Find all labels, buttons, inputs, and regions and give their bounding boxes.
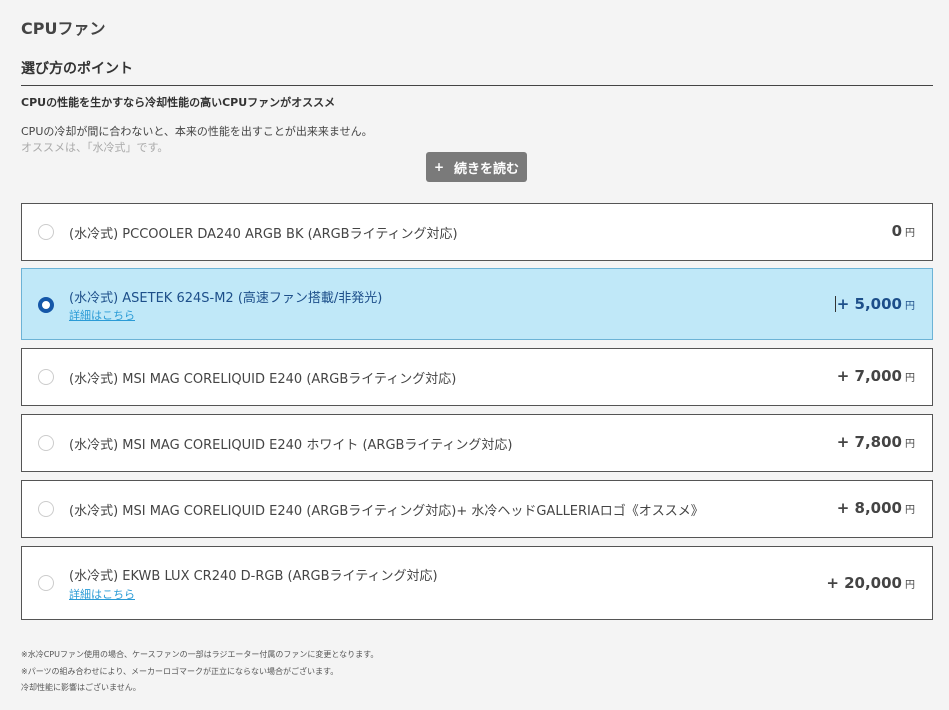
fan-option-0[interactable]: (水冷式) PCCOOLER DA240 ARGB BK (ARGBライティング… — [21, 203, 933, 261]
price-value: + 20,000 — [826, 574, 902, 592]
description-line-1: CPUの冷却が間に合わないと、本来の性能を出すことが出来来ません。 — [21, 125, 373, 138]
read-more-button[interactable]: + 続きを読む — [426, 152, 527, 182]
footnote-2: ※パーツの組み合わせにより、メーカーロゴマークが正立にならない場合がございます。 — [21, 666, 339, 676]
section-heading: 選び方のポイント — [21, 58, 933, 86]
fan-option-3[interactable]: (水冷式) MSI MAG CORELIQUID E240 ホワイト (ARGB… — [21, 414, 933, 472]
price-value: + 8,000 — [836, 499, 902, 517]
option-price: + 7,000 円 — [837, 367, 915, 385]
description-line-2: オススメは、「水冷式」です。 — [21, 141, 169, 154]
footnote-1: ※水冷CPUファン使用の場合、ケースファンの一部はラジエーター付属のファンに変更… — [21, 650, 379, 659]
fan-option-5[interactable]: (水冷式) EKWB LUX CR240 D-RGB (ARGBライティング対応… — [21, 546, 933, 620]
option-price: + 7,800 円 — [837, 433, 915, 451]
option-name: (水冷式) MSI MAG CORELIQUID E240 (ARGBライティン… — [69, 504, 704, 519]
option-price: + 8,000 円 — [837, 499, 915, 517]
footnotes: ※水冷CPUファン使用の場合、ケースファンの一部はラジエーター付属のファンに変更… — [21, 647, 378, 697]
option-name: (水冷式) ASETEK 624S-M2 (高速ファン搭載/非発光) — [69, 291, 383, 306]
radio-button[interactable] — [38, 224, 54, 240]
radio-button[interactable] — [38, 369, 54, 385]
price-value: + 5,000 — [836, 295, 902, 313]
fan-option-4[interactable]: (水冷式) MSI MAG CORELIQUID E240 (ARGBライティン… — [21, 480, 933, 538]
fan-option-1[interactable]: (水冷式) ASETEK 624S-M2 (高速ファン搭載/非発光) 詳細はこち… — [21, 268, 933, 340]
radio-button[interactable] — [38, 501, 54, 517]
price-unit: 円 — [905, 505, 915, 516]
price-unit: 円 — [905, 228, 915, 239]
lead-text: CPUの性能を生かすなら冷却性能の高いCPUファンがオススメ — [21, 96, 336, 109]
option-name: (水冷式) MSI MAG CORELIQUID E240 (ARGBライティン… — [69, 372, 457, 387]
option-name: (水冷式) PCCOOLER DA240 ARGB BK (ARGBライティング… — [69, 227, 458, 242]
option-price: + 5,000 円 — [834, 295, 915, 313]
price-unit: 円 — [905, 373, 915, 384]
price-value: 0 — [891, 222, 902, 240]
detail-link[interactable]: 詳細はこちら — [69, 586, 135, 602]
price-unit: 円 — [905, 301, 915, 312]
option-price: + 20,000 円 — [826, 574, 915, 592]
price-value: + 7,000 — [836, 367, 902, 385]
option-name: (水冷式) EKWB LUX CR240 D-RGB (ARGBライティング対応… — [69, 569, 438, 584]
plus-icon: + — [433, 160, 445, 174]
price-unit: 円 — [905, 580, 915, 591]
detail-link[interactable]: 詳細はこちら — [69, 307, 135, 323]
radio-button[interactable] — [38, 435, 54, 451]
fan-option-2[interactable]: (水冷式) MSI MAG CORELIQUID E240 (ARGBライティン… — [21, 348, 933, 406]
radio-button-selected[interactable] — [38, 297, 54, 313]
radio-button[interactable] — [38, 575, 54, 591]
read-more-label: 続きを読む — [454, 161, 520, 177]
price-value: + 7,800 — [836, 433, 902, 451]
price-unit: 円 — [905, 439, 915, 450]
footnote-3: 冷却性能に影響はございません。 — [21, 683, 141, 692]
option-name: (水冷式) MSI MAG CORELIQUID E240 ホワイト (ARGB… — [69, 438, 513, 453]
text-cursor — [834, 296, 836, 312]
option-price: 0円 — [892, 222, 915, 240]
page-title: CPUファン — [21, 19, 106, 38]
